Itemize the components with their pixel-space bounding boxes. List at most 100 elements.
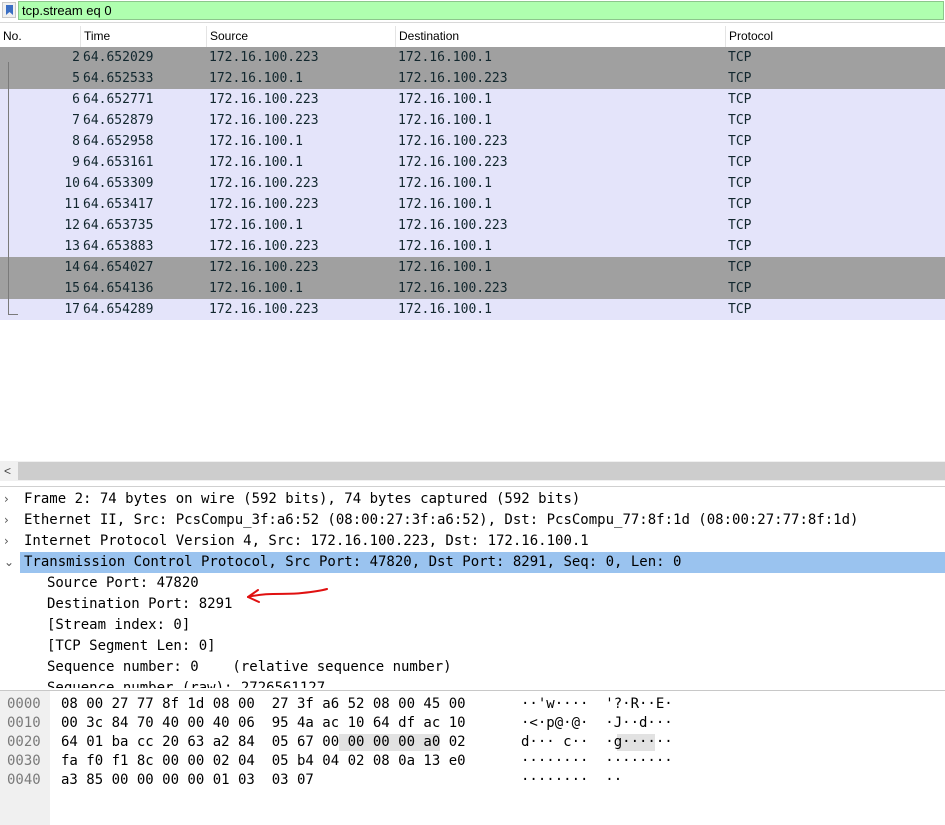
detail-text: [Stream index: 0]: [47, 617, 191, 633]
column-header-destination[interactable]: Destination: [396, 26, 726, 47]
packet-row[interactable]: 7 64.652879 172.16.100.223 172.16.100.1 TCP: [0, 110, 945, 131]
packet-row[interactable]: 11 64.653417 172.16.100.223 172.16.100.1 TCP: [0, 194, 945, 215]
detail-row-frame[interactable]: › Frame 2: 74 bytes on wire (592 bits), 7…: [0, 489, 945, 510]
packet-destination: 172.16.100.1: [398, 113, 492, 128]
detail-text: Destination Port: 8291: [47, 596, 233, 612]
annotation-arrow-icon: [247, 588, 328, 603]
detail-row-sequence-number[interactable]: Sequence number: 0 (relative sequence nu…: [0, 657, 945, 678]
packet-row[interactable]: 12 64.653735 172.16.100.1 172.16.100.223 TCP: [0, 215, 945, 236]
packet-no: 11: [64, 197, 80, 212]
packet-no: 5: [72, 71, 80, 86]
display-filter-input[interactable]: tcp.stream eq 0: [18, 1, 944, 20]
detail-text: Sequence number (raw): 2726561127: [47, 680, 326, 688]
bytes-row[interactable]: 0030 fa f0 f1 8c 00 00 02 04 05 b4 04 02 …: [0, 752, 945, 771]
packet-no: 7: [72, 113, 80, 128]
packet-time: 64.653417: [83, 197, 154, 212]
detail-row-source-port[interactable]: Source Port: 47820: [0, 573, 945, 594]
detail-row-tcp[interactable]: Transmission Control Protocol, Src Port:…: [20, 552, 945, 573]
packet-time: 64.653161: [83, 155, 154, 170]
packet-time: 64.652029: [83, 50, 154, 65]
detail-row-segment-len[interactable]: [TCP Segment Len: 0]: [0, 636, 945, 657]
scroll-left-icon[interactable]: <: [4, 464, 11, 478]
bytes-row[interactable]: 0010 00 3c 84 70 40 00 40 06 95 4a ac 10 …: [0, 714, 945, 733]
packet-no: 2: [72, 50, 80, 65]
packet-protocol: TCP: [728, 71, 752, 86]
bookmark-icon[interactable]: [2, 2, 16, 18]
expand-icon[interactable]: ›: [4, 531, 9, 552]
bytes-row[interactable]: 0040 a3 85 00 00 00 00 01 03 03 07 ·······…: [0, 771, 945, 790]
ascii-bytes: ········ ··: [521, 772, 623, 788]
scrollbar-thumb[interactable]: [18, 462, 945, 480]
packet-source: 172.16.100.1: [209, 218, 303, 233]
packet-list-hscrollbar[interactable]: <: [0, 461, 945, 481]
expand-icon[interactable]: ›: [4, 489, 9, 510]
packet-destination: 172.16.100.223: [398, 218, 508, 233]
conversation-line: [8, 62, 9, 314]
packet-source: 172.16.100.1: [209, 281, 303, 296]
packet-destination: 172.16.100.1: [398, 260, 492, 275]
bytes-row[interactable]: 0020 64 01 ba cc 20 63 a2 84 05 67 00 00 …: [0, 733, 945, 752]
packet-destination: 172.16.100.223: [398, 134, 508, 149]
packet-source: 172.16.100.223: [209, 176, 319, 191]
packet-row[interactable]: 9 64.653161 172.16.100.1 172.16.100.223 TCP: [0, 152, 945, 173]
packet-protocol: TCP: [728, 134, 752, 149]
detail-text: Sequence number: 0 (relative sequence nu…: [47, 659, 452, 675]
packet-destination: 172.16.100.223: [398, 71, 508, 86]
packet-destination: 172.16.100.223: [398, 155, 508, 170]
packet-row[interactable]: 13 64.653883 172.16.100.223 172.16.100.1 TCP: [0, 236, 945, 257]
packet-source: 172.16.100.1: [209, 71, 303, 86]
ascii-bytes: ·<·p@·@· ·J··d···: [521, 715, 673, 731]
detail-row-sequence-number-raw[interactable]: Sequence number (raw): 2726561127: [0, 678, 945, 688]
packet-no: 17: [64, 302, 80, 317]
packet-no: 14: [64, 260, 80, 275]
packet-source: 172.16.100.223: [209, 260, 319, 275]
hex-bytes: fa f0 f1 8c 00 00 02 04 05 b4 04 02 08 0…: [61, 753, 466, 769]
column-header-time[interactable]: Time: [81, 26, 207, 47]
packet-row[interactable]: 14 64.654027 172.16.100.223 172.16.100.1 TCP: [0, 257, 945, 278]
byte-offset: 0040: [7, 772, 41, 788]
packet-protocol: TCP: [728, 50, 752, 65]
packet-row[interactable]: 17 64.654289 172.16.100.223 172.16.100.1 TCP: [0, 299, 945, 320]
byte-offset: 0030: [7, 753, 41, 769]
display-filter-toolbar: tcp.stream eq 0: [0, 0, 945, 23]
packet-destination: 172.16.100.223: [398, 281, 508, 296]
packet-row[interactable]: 6 64.652771 172.16.100.223 172.16.100.1 TCP: [0, 89, 945, 110]
ascii-bytes: ········ ········: [521, 753, 673, 769]
packet-destination: 172.16.100.1: [398, 92, 492, 107]
column-header-protocol[interactable]: Protocol: [726, 26, 945, 47]
packet-bytes-pane: 0000 08 00 27 77 8f 1d 08 00 27 3f a6 52 …: [0, 690, 945, 825]
detail-row-destination-port[interactable]: Destination Port: 8291: [0, 594, 945, 615]
packet-no: 10: [64, 176, 80, 191]
bytes-row[interactable]: 0000 08 00 27 77 8f 1d 08 00 27 3f a6 52 …: [0, 695, 945, 714]
detail-text: Internet Protocol Version 4, Src: 172.16…: [24, 533, 589, 549]
packet-protocol: TCP: [728, 239, 752, 254]
detail-row-stream-index[interactable]: [Stream index: 0]: [0, 615, 945, 636]
packet-time: 64.654289: [83, 302, 154, 317]
packet-no: 6: [72, 92, 80, 107]
column-header-no[interactable]: No.: [0, 26, 81, 47]
detail-text: Ethernet II, Src: PcsCompu_3f:a6:52 (08:…: [24, 512, 859, 528]
detail-row-ip[interactable]: › Internet Protocol Version 4, Src: 172.1…: [0, 531, 945, 552]
packet-row[interactable]: 2 64.652029 172.16.100.223 172.16.100.1 TCP: [0, 47, 945, 68]
packet-row[interactable]: 8 64.652958 172.16.100.1 172.16.100.223 TCP: [0, 131, 945, 152]
column-header-source[interactable]: Source: [207, 26, 396, 47]
packet-source: 172.16.100.223: [209, 92, 319, 107]
conversation-line-end: [8, 314, 18, 315]
packet-time: 64.652533: [83, 71, 154, 86]
packet-row[interactable]: 15 64.654136 172.16.100.1 172.16.100.223 TCP: [0, 278, 945, 299]
packet-time: 64.653735: [83, 218, 154, 233]
byte-offset: 0020: [7, 734, 41, 750]
packet-source: 172.16.100.223: [209, 197, 319, 212]
detail-row-ethernet[interactable]: › Ethernet II, Src: PcsCompu_3f:a6:52 (08…: [0, 510, 945, 531]
collapse-icon[interactable]: ⌄: [4, 552, 14, 573]
packet-row[interactable]: 10 64.653309 172.16.100.223 172.16.100.1 TCP: [0, 173, 945, 194]
packet-protocol: TCP: [728, 260, 752, 275]
expand-icon[interactable]: ›: [4, 510, 9, 531]
packet-protocol: TCP: [728, 197, 752, 212]
packet-list-header: No. Time Source Destination Protocol: [0, 26, 945, 48]
hex-bytes: 00 3c 84 70 40 00 40 06 95 4a ac 10 64 d…: [61, 715, 466, 731]
packet-row[interactable]: 5 64.652533 172.16.100.1 172.16.100.223 TCP: [0, 68, 945, 89]
packet-protocol: TCP: [728, 92, 752, 107]
packet-protocol: TCP: [728, 155, 752, 170]
packet-no: 8: [72, 134, 80, 149]
